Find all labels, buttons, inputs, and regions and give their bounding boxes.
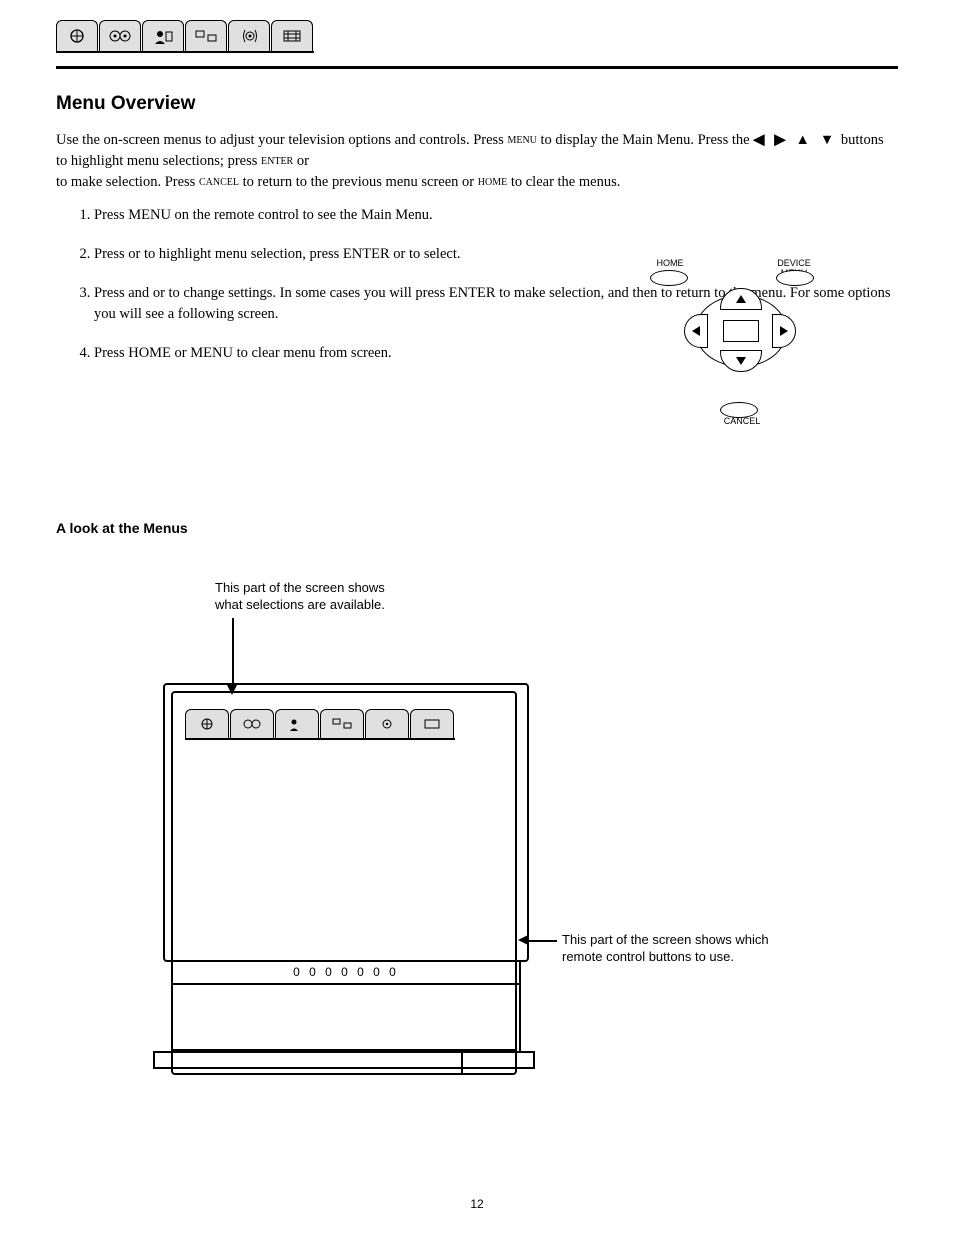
picture-icon <box>193 26 219 46</box>
home-label: HOME <box>640 258 700 268</box>
device-menu-button <box>776 270 814 286</box>
tv-base: 0 0 0 0 0 0 0 <box>171 961 521 1053</box>
arrow-glyphs: ◀ ▶ ▲ ▼ <box>753 132 837 148</box>
heading: Menu Overview <box>56 90 898 118</box>
enter-key: ENTER <box>261 156 293 167</box>
step-1: Press MENU on the remote control to see … <box>94 205 898 226</box>
os-tab-video <box>410 709 454 738</box>
tab-row <box>56 20 314 53</box>
tv-illustration: 0 0 0 0 0 0 0 <box>163 683 525 1083</box>
picture-icon <box>330 715 354 733</box>
up-arrow-icon <box>736 295 746 303</box>
cancel-button <box>720 402 758 418</box>
arrow2-head <box>518 935 528 945</box>
remote-diagram: HOME DEVICEMENU CANCEL <box>640 258 840 428</box>
up-button <box>720 288 762 310</box>
tab-timer <box>99 20 141 51</box>
speaker-grille: 0 0 0 0 0 0 0 <box>293 965 399 979</box>
down-arrow-icon <box>736 357 746 365</box>
film-icon <box>421 715 443 733</box>
home-key: HOME <box>478 177 507 188</box>
person-icon <box>286 715 308 733</box>
person-icon <box>151 26 175 46</box>
subhead: A look at the Menus <box>56 520 188 536</box>
intro-paragraph: Use the on-screen menus to adjust your t… <box>56 130 898 193</box>
clock-icon <box>240 715 264 733</box>
menu-key: MENU <box>507 135 536 146</box>
onscreen-menu <box>185 709 455 740</box>
home-button <box>650 270 688 286</box>
tab-picture <box>185 20 227 51</box>
globe-icon <box>65 26 89 46</box>
os-tab-audio <box>365 709 409 738</box>
chapter-tabs <box>56 20 314 53</box>
down-button <box>720 350 762 372</box>
tab-video <box>271 20 313 51</box>
film-icon <box>280 26 304 46</box>
audio-icon <box>237 26 261 46</box>
left-button <box>684 314 708 348</box>
tab-setup <box>56 20 98 51</box>
caption-bottom: This part of the screen shows which remo… <box>562 932 902 966</box>
os-tab-setup <box>185 709 229 738</box>
os-tab-timer <box>230 709 274 738</box>
tab-audio <box>228 20 270 51</box>
page-number: 12 <box>0 1197 954 1211</box>
onscreen-tab-row <box>185 709 455 740</box>
right-arrow-icon <box>780 326 788 336</box>
left-arrow-icon <box>692 326 700 336</box>
arrow2-line <box>527 940 557 942</box>
enter-button <box>723 320 759 342</box>
right-button <box>772 314 796 348</box>
tv-foot <box>153 1051 535 1069</box>
nav-pad <box>690 290 790 370</box>
globe-icon <box>196 715 218 733</box>
os-tab-lock <box>275 709 319 738</box>
tv-speaker: 0 0 0 0 0 0 0 <box>173 961 519 985</box>
arrow1-line <box>232 618 234 688</box>
cancel-key: CANCEL <box>199 177 239 188</box>
clock-icon <box>107 26 133 46</box>
header-rule <box>56 66 898 69</box>
tab-lock <box>142 20 184 51</box>
caption-top: This part of the screen shows what selec… <box>215 580 385 614</box>
audio-icon <box>376 715 398 733</box>
os-tab-picture <box>320 709 364 738</box>
